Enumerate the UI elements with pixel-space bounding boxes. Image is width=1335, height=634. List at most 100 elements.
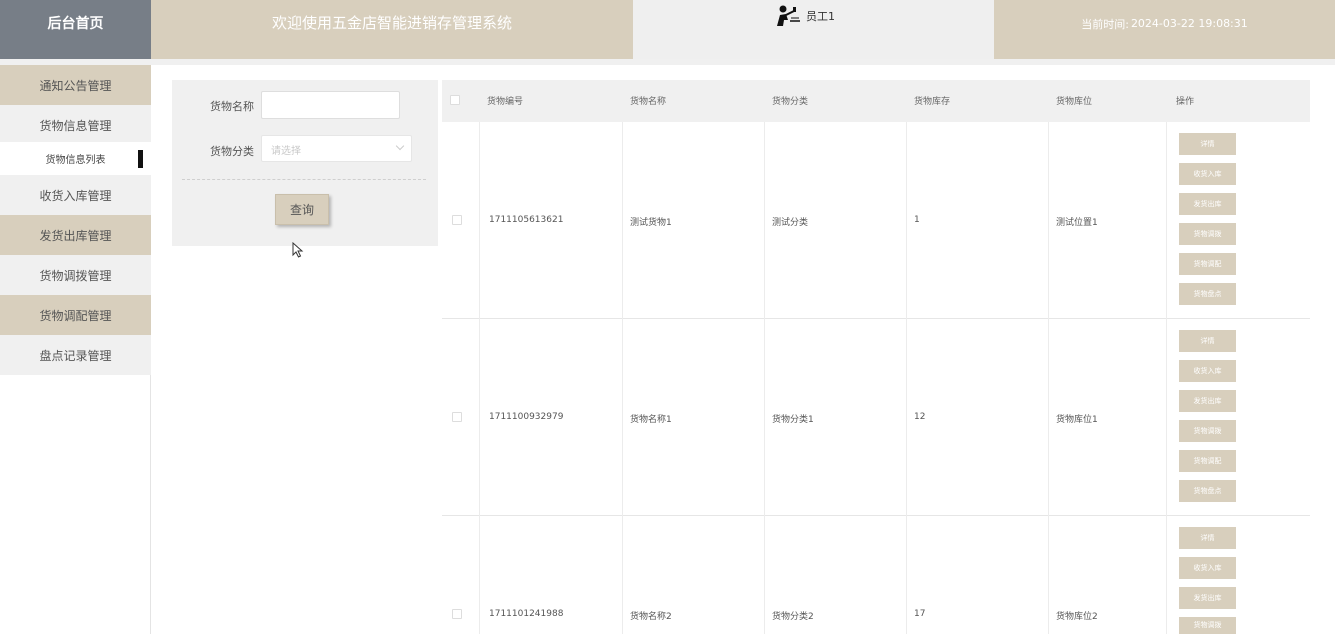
chevron-down-icon [395,141,405,151]
detail-button[interactable]: 详情 [1179,133,1236,155]
column-divider [906,516,907,634]
transfer-button[interactable]: 货物调拨 [1179,617,1236,634]
sidebar-item-shipping[interactable]: 发货出库管理 [0,215,151,255]
goods-category: 货物分类1 [772,415,814,425]
sidebar-item-label: 货物信息列表 [45,155,106,166]
col-header-stock: 货物库存 [914,97,951,107]
search-panel: 货物名称 货物分类 请选择 查询 [172,80,438,246]
app-root: 后台首页 欢迎使用五金店智能进销存管理系统 员工1 当前时间: 2024-03-… [0,0,1335,634]
row-checkbox[interactable] [452,609,462,619]
col-header-category: 货物分类 [772,97,809,107]
goods-location: 货物库位2 [1056,612,1098,622]
transfer-button[interactable]: 货物调拨 [1179,223,1236,245]
header-divider [0,59,1335,65]
receive-button[interactable]: 收货入库 [1179,360,1236,382]
top-header: 后台首页 欢迎使用五金店智能进销存管理系统 员工1 当前时间: 2024-03-… [0,0,1335,59]
table-header: 货物编号 货物名称 货物分类 货物库存 货物库位 操作 [442,80,1310,122]
column-divider [764,516,765,634]
col-header-actions: 操作 [1176,97,1195,107]
table-row: 1711101241988 货物名称2 货物分类2 17 货物库位2 详情 收货… [442,516,1310,634]
sidebar-item-goods-list[interactable]: 货物信息列表 [0,142,151,175]
sidebar-item-inventory-check[interactable]: 盘点记录管理 [0,335,151,375]
column-divider [479,319,480,516]
goods-id: 1711101241988 [489,609,564,619]
column-divider [764,122,765,319]
sidebar-item-receiving[interactable]: 收货入库管理 [0,175,151,215]
goods-name: 货物名称2 [630,612,672,622]
ship-button[interactable]: 发货出库 [1179,193,1236,215]
time-label: 当前时间: [1081,17,1129,31]
category-placeholder: 请选择 [271,146,301,157]
receive-button[interactable]: 收货入库 [1179,557,1236,579]
query-button[interactable]: 查询 [275,194,329,225]
mouse-pointer-icon [292,242,304,258]
goods-stock: 17 [914,609,926,619]
user-name: 员工1 [806,10,835,23]
table-row: 1711105613621 测试货物1 测试分类 1 测试位置1 详情 收货入库… [442,122,1310,319]
column-divider [1166,319,1167,516]
column-divider [1166,516,1167,634]
column-divider [906,122,907,319]
goods-name: 测试货物1 [630,218,672,228]
sidebar-item-transfer[interactable]: 货物调拨管理 [0,255,151,295]
goods-location: 货物库位1 [1056,415,1098,425]
goods-stock: 1 [914,215,920,225]
home-link[interactable]: 后台首页 [0,0,151,59]
allocate-button[interactable]: 货物调配 [1179,253,1236,275]
column-divider [622,516,623,634]
column-divider [479,122,480,319]
goods-id: 1711105613621 [489,215,564,225]
column-divider [479,516,480,634]
user-avatar-icon [777,5,800,26]
column-divider [764,319,765,516]
ship-button[interactable]: 发货出库 [1179,587,1236,609]
sidebar-item-label: 货物调拨管理 [39,268,112,283]
goods-name-label: 货物名称 [210,100,254,113]
goods-category-label: 货物分类 [210,145,254,158]
col-header-name: 货物名称 [630,97,667,107]
goods-id: 1711100932979 [489,412,564,422]
system-title: 欢迎使用五金店智能进销存管理系统 [271,14,512,32]
user-area[interactable]: 员工1 [633,0,994,59]
inventory-check-button[interactable]: 货物盘点 [1179,480,1236,502]
column-divider [1166,122,1167,319]
goods-category: 货物分类2 [772,612,814,622]
sidebar-item-label: 货物调配管理 [39,308,112,323]
sidebar-item-label: 盘点记录管理 [39,348,112,363]
sidebar-item-label: 通知公告管理 [39,78,112,93]
col-header-id: 货物编号 [487,97,524,107]
detail-button[interactable]: 详情 [1179,527,1236,549]
sidebar-item-label: 收货入库管理 [39,188,112,203]
row-checkbox[interactable] [452,412,462,422]
sidebar-item-goods-info[interactable]: 货物信息管理 [0,105,151,145]
table-row: 1711100932979 货物名称1 货物分类1 12 货物库位1 详情 收货… [442,319,1310,516]
time-value: 2024-03-22 19:08:31 [1130,17,1248,30]
select-all-checkbox[interactable] [450,95,460,105]
sidebar-item-label: 发货出库管理 [39,228,112,243]
goods-category: 测试分类 [772,218,809,228]
column-divider [1048,122,1049,319]
allocate-button[interactable]: 货物调配 [1179,450,1236,472]
sidebar-item-label: 货物信息管理 [39,118,112,133]
goods-category-select[interactable]: 请选择 [261,135,412,162]
current-time: 当前时间: 2024-03-22 19:08:31 [994,0,1335,59]
column-divider [622,319,623,516]
column-divider [1048,319,1049,516]
ship-button[interactable]: 发货出库 [1179,390,1236,412]
goods-stock: 12 [914,412,926,422]
row-checkbox[interactable] [452,215,462,225]
column-divider [622,122,623,319]
receive-button[interactable]: 收货入库 [1179,163,1236,185]
sidebar: 通知公告管理 货物信息管理 货物信息列表 收货入库管理 发货出库管理 货物调拨管… [0,65,151,634]
search-divider [182,179,426,180]
active-marker [138,150,143,168]
inventory-check-button[interactable]: 货物盘点 [1179,283,1236,305]
goods-name-input[interactable] [261,91,400,119]
transfer-button[interactable]: 货物调拨 [1179,420,1236,442]
column-divider [1048,516,1049,634]
detail-button[interactable]: 详情 [1179,330,1236,352]
col-header-location: 货物库位 [1056,97,1093,107]
sidebar-item-notice[interactable]: 通知公告管理 [0,65,151,105]
goods-name: 货物名称1 [630,415,672,425]
sidebar-item-allocation[interactable]: 货物调配管理 [0,295,151,335]
